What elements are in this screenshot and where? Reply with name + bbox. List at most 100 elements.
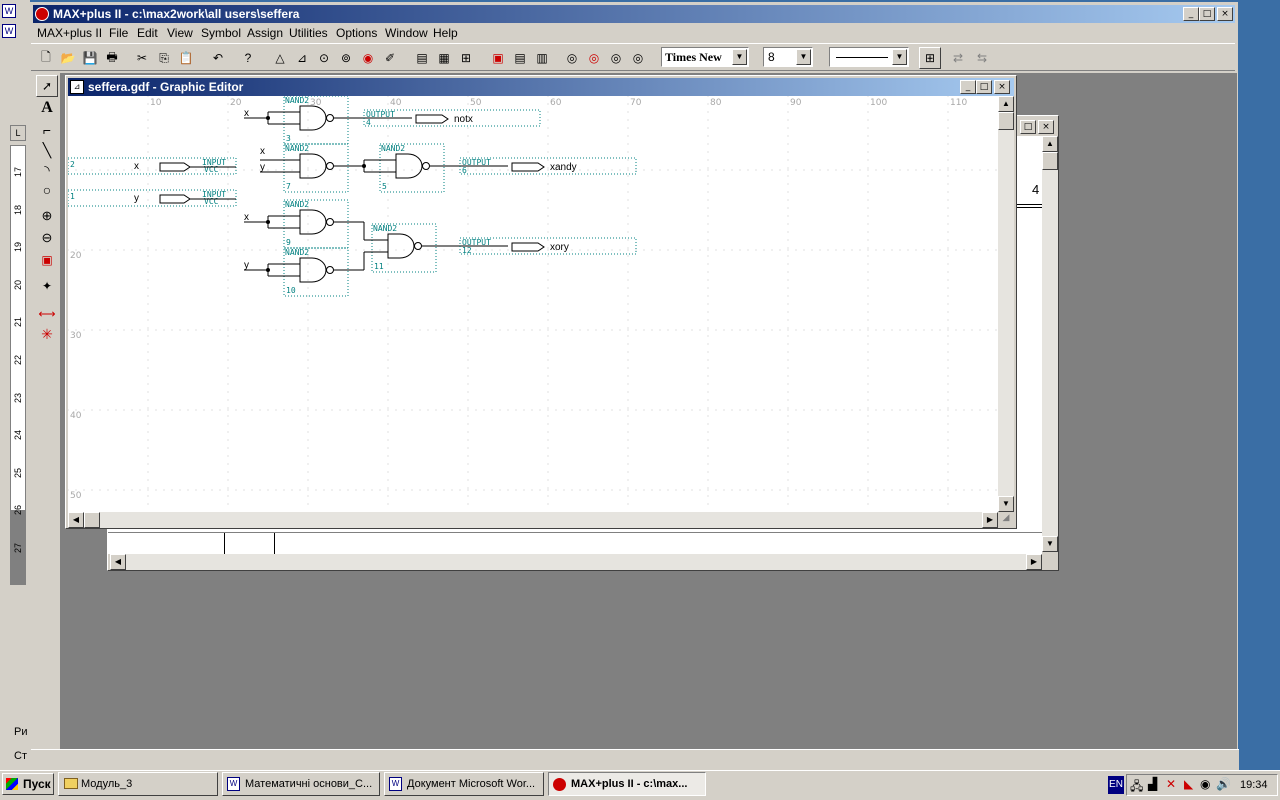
- signal-icon[interactable]: ▟: [1148, 777, 1157, 791]
- back-close-button[interactable]: ×: [1038, 120, 1054, 134]
- menu-window[interactable]: Window: [385, 24, 428, 42]
- grid-dot: [147, 231, 149, 233]
- paste-icon[interactable]: 📋: [175, 47, 197, 69]
- maximize-button[interactable]: □: [1199, 7, 1215, 21]
- simulate-icon[interactable]: ✐: [379, 47, 401, 69]
- back-vscroll[interactable]: [1042, 136, 1058, 552]
- compile-icon[interactable]: ◉: [357, 47, 379, 69]
- menu-max-plus-ii[interactable]: MAX+plus II: [37, 24, 102, 42]
- editor-vscroll-thumb[interactable]: [998, 112, 1014, 130]
- rubberband-icon[interactable]: ⇄: [947, 47, 969, 69]
- word-ruler-tab-button[interactable]: L: [10, 125, 26, 141]
- volume-icon[interactable]: ◉: [1200, 777, 1210, 791]
- menu-view[interactable]: View: [167, 24, 193, 42]
- undo-icon[interactable]: ↶: [207, 47, 229, 69]
- close-button[interactable]: ×: [1217, 7, 1233, 21]
- edit-symbol-icon[interactable]: ⊚: [335, 47, 357, 69]
- back-scroll-left-icon[interactable]: ◀: [110, 554, 126, 570]
- sound-icon[interactable]: 🔊: [1216, 777, 1231, 791]
- print-icon[interactable]: 🖶: [101, 47, 123, 69]
- schematic-canvas[interactable]: 10 20 30 40 50 60 70 80 90 100 110 20 30 40 50 NAND2 3 NA…: [68, 96, 998, 512]
- back-scroll-up-icon[interactable]: ▲: [1042, 136, 1058, 152]
- locate-2-icon[interactable]: ◎: [627, 47, 649, 69]
- fit-page-icon[interactable]: ▣: [36, 249, 58, 271]
- font-select-chevron-down-icon[interactable]: ▼: [732, 49, 747, 65]
- back-scroll-thumb[interactable]: [1042, 152, 1058, 170]
- size-select-chevron-down-icon[interactable]: ▼: [796, 49, 811, 65]
- snap-grid-icon[interactable]: ⊞: [919, 47, 941, 69]
- grid-dot: [387, 175, 389, 177]
- editor-titlebar[interactable]: seffera.gdf - Graphic Editor: [68, 78, 1014, 96]
- editor-minimize-button[interactable]: _: [960, 80, 976, 94]
- back-hscroll[interactable]: [110, 554, 1042, 570]
- connect-dots-icon[interactable]: ⟷: [36, 303, 58, 325]
- find-error-icon[interactable]: ◎: [583, 47, 605, 69]
- taskbar-item-word-2[interactable]: Документ Microsoft Wor...: [384, 772, 544, 796]
- grid-dot: [707, 423, 709, 425]
- find-node-icon[interactable]: ◎: [561, 47, 583, 69]
- timing-icon[interactable]: ▤: [411, 47, 433, 69]
- antivirus-icon[interactable]: ◣: [1184, 777, 1193, 791]
- grid-dot: [315, 169, 317, 171]
- menu-assign[interactable]: Assign: [247, 24, 283, 42]
- locate-icon[interactable]: ◎: [605, 47, 627, 69]
- editor-maximize-button[interactable]: □: [976, 80, 992, 94]
- network-icon[interactable]: 🖧: [1130, 777, 1143, 798]
- tool-icon[interactable]: ✕: [1166, 777, 1176, 791]
- taskbar-item-word-1[interactable]: Математичні основи_С...: [222, 772, 380, 796]
- project-compile-icon[interactable]: ▤: [509, 47, 531, 69]
- menu-symbol[interactable]: Symbol: [201, 24, 241, 42]
- menu-edit[interactable]: Edit: [137, 24, 158, 42]
- zoom-out-icon[interactable]: ⊖: [36, 227, 58, 249]
- taskbar-item-maxplus[interactable]: MAX+plus II - c:\max...: [548, 772, 706, 796]
- back-maximize-button[interactable]: □: [1020, 120, 1036, 134]
- editor-resize-grip[interactable]: ◢: [998, 512, 1014, 528]
- cut-icon[interactable]: ✂: [131, 47, 153, 69]
- select-arrow-icon[interactable]: ➚: [36, 75, 58, 97]
- arc-tool-icon[interactable]: ◝: [36, 159, 58, 181]
- hierarchy-icon[interactable]: ⊿: [291, 47, 313, 69]
- help-cursor-icon[interactable]: ?: [237, 47, 259, 69]
- line-style-chevron-down-icon[interactable]: ▼: [892, 49, 907, 65]
- open-file-icon[interactable]: 📂: [57, 47, 79, 69]
- grid-dot: [283, 489, 285, 491]
- back-scroll-right-icon[interactable]: ▶: [1026, 554, 1042, 570]
- language-indicator[interactable]: EN: [1108, 776, 1124, 794]
- editor-close-button[interactable]: ×: [994, 80, 1010, 94]
- editor-hscroll-thumb[interactable]: [84, 512, 100, 528]
- menu-utilities[interactable]: Utilities: [289, 24, 328, 42]
- text-tool-icon[interactable]: A: [36, 97, 58, 119]
- clock[interactable]: 19:34: [1240, 779, 1268, 791]
- back-scroll-down-icon[interactable]: ▼: [1042, 536, 1058, 552]
- orthogonal-line-icon[interactable]: ⌐: [36, 119, 58, 141]
- editor-scroll-right-icon[interactable]: ▶: [982, 512, 998, 528]
- project-save-icon[interactable]: ▣: [487, 47, 509, 69]
- open-symbol-icon[interactable]: ⊙: [313, 47, 335, 69]
- main-titlebar[interactable]: MAX+plus II - c:\max2work\all users\seff…: [33, 5, 1235, 23]
- save-icon[interactable]: 💾: [79, 47, 101, 69]
- menu-help[interactable]: Help: [433, 24, 458, 42]
- hierarchy-display-icon[interactable]: ⊞: [455, 47, 477, 69]
- editor-scroll-up-icon[interactable]: ▲: [998, 96, 1014, 112]
- rubberband-off-icon[interactable]: ⇆: [971, 47, 993, 69]
- menu-options[interactable]: Options: [336, 24, 377, 42]
- circle-tool-icon[interactable]: ○: [36, 179, 58, 201]
- editor-scroll-down-icon[interactable]: ▼: [998, 496, 1014, 512]
- line-tool-icon[interactable]: ╲: [36, 139, 58, 161]
- editor-scroll-left-icon[interactable]: ◀: [68, 512, 84, 528]
- copy-icon[interactable]: ⎘: [153, 47, 175, 69]
- menu-file[interactable]: File: [109, 24, 128, 42]
- delete-node-icon[interactable]: ✳: [36, 323, 58, 345]
- minimize-button[interactable]: _: [1183, 7, 1199, 21]
- editor-hscroll[interactable]: [68, 512, 998, 528]
- new-file-icon[interactable]: 🗋: [35, 47, 57, 69]
- hierarchy-up-icon[interactable]: △: [269, 47, 291, 69]
- taskbar-item-module[interactable]: Модуль_3: [58, 772, 218, 796]
- editor-vscroll[interactable]: [998, 96, 1014, 512]
- add-node-icon[interactable]: ✦: [36, 275, 58, 297]
- grid-dot: [403, 249, 405, 251]
- zoom-in-icon[interactable]: ⊕: [36, 205, 58, 227]
- word-doc-icon: W: [389, 777, 402, 791]
- project-sim-icon[interactable]: ▥: [531, 47, 553, 69]
- floorplan-icon[interactable]: ▦: [433, 47, 455, 69]
